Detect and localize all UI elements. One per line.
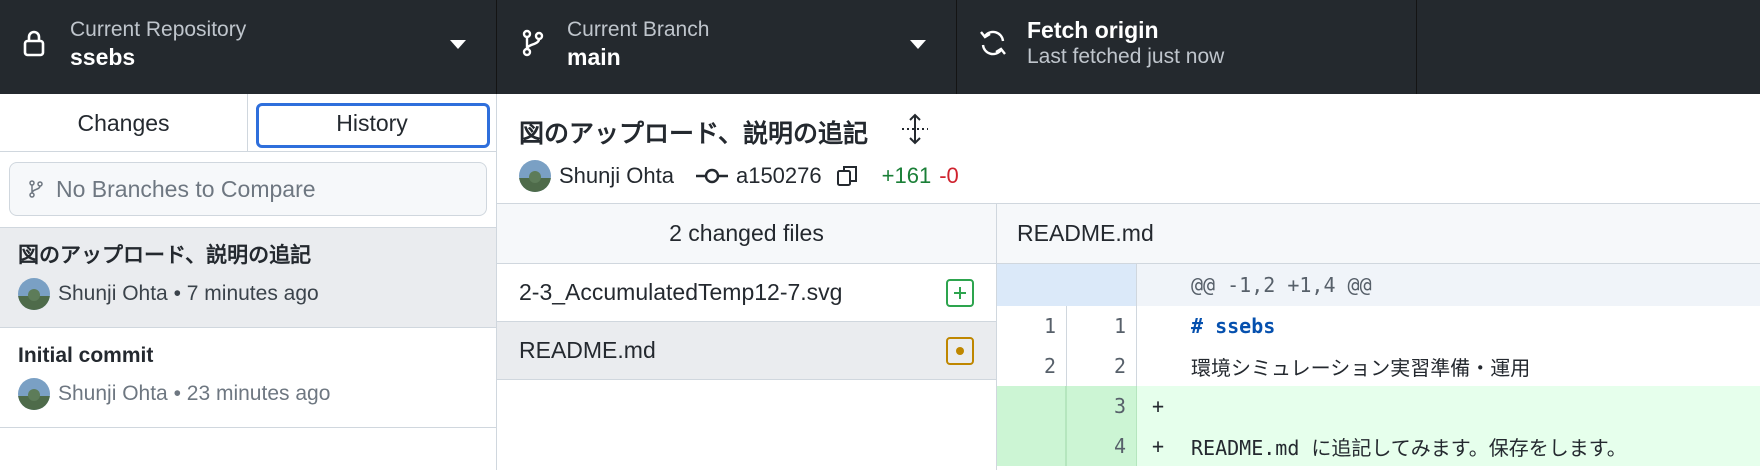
file-modified-icon xyxy=(946,337,974,365)
file-list-item[interactable]: README.md xyxy=(497,322,996,380)
old-line-number xyxy=(997,264,1067,306)
file-added-icon xyxy=(946,279,974,307)
diff-code: 環境シミュレーション実習準備・運用 xyxy=(1191,355,1531,380)
sidebar: Changes History No Branches to Compare 図… xyxy=(0,94,497,470)
fetch-status: Last fetched just now xyxy=(1027,45,1225,68)
meta-separator: • xyxy=(167,282,187,305)
chevron-down-icon xyxy=(450,40,466,49)
file-name: 2-3_AccumulatedTemp12-7.svg xyxy=(519,279,843,305)
current-repository-button[interactable]: Current Repository ssebs xyxy=(0,0,497,94)
commit-list-item[interactable]: Initial commit Shunji Ohta • 23 minutes … xyxy=(0,328,496,428)
commit-title: 図のアップロード、説明の追記 xyxy=(18,244,312,267)
commit-sha: a150276 xyxy=(735,163,822,188)
fetch-label: Fetch origin xyxy=(1027,17,1159,43)
commit-author: Shunji Ohta xyxy=(58,282,168,305)
commit-time: 23 minutes ago xyxy=(186,382,331,405)
new-line-number: 4 xyxy=(1067,426,1137,466)
tab-changes-label: Changes xyxy=(77,109,170,136)
file-name: README.md xyxy=(519,337,656,363)
git-branch-icon xyxy=(522,29,544,57)
new-line-number: 1 xyxy=(1067,306,1137,346)
diff-line-added[interactable]: 4 + README.md に追記してみます。保存をします。 xyxy=(997,426,1760,466)
commit-summary-title: 図のアップロード、説明の追記 xyxy=(519,120,869,148)
additions-count: +161 xyxy=(881,163,932,188)
chevron-down-icon xyxy=(910,40,926,49)
hunk-text: @@ -1,2 +1,4 @@ xyxy=(1191,273,1372,297)
diff-sign: + xyxy=(1151,394,1165,418)
changed-files-header: 2 changed files xyxy=(497,204,996,264)
avatar xyxy=(18,278,50,310)
commit-summary: 図のアップロード、説明の追記 Shunji Ohta a150276 +161 … xyxy=(497,94,1760,204)
branch-compare-placeholder: No Branches to Compare xyxy=(56,175,316,202)
repository-label: Current Repository xyxy=(70,18,247,41)
diff-hunk-header: @@ -1,2 +1,4 @@ xyxy=(997,264,1760,306)
diff-code: # ssebs xyxy=(1191,314,1276,338)
diff-line[interactable]: 2 2 環境シミュレーション実習準備・運用 xyxy=(997,346,1760,386)
old-line-number xyxy=(997,426,1067,466)
deletions-count: -0 xyxy=(939,163,959,188)
sync-icon xyxy=(980,30,1006,56)
new-line-number: 2 xyxy=(1067,346,1137,386)
tab-history-label: History xyxy=(336,109,408,136)
branch-name: main xyxy=(567,44,621,70)
toolbar: Current Repository ssebs Current Branch … xyxy=(0,0,1760,94)
tab-changes[interactable]: Changes xyxy=(0,94,248,152)
diff-filename: README.md xyxy=(997,204,1760,264)
old-line-number: 2 xyxy=(997,346,1067,386)
fetch-origin-button[interactable]: Fetch origin Last fetched just now xyxy=(957,0,1417,94)
branch-compare-input[interactable]: No Branches to Compare xyxy=(9,162,487,216)
git-branch-icon xyxy=(29,180,43,198)
current-branch-button[interactable]: Current Branch main xyxy=(497,0,957,94)
commit-author: Shunji Ohta xyxy=(559,163,674,188)
diff-line[interactable]: 1 1 # ssebs xyxy=(997,306,1760,346)
lock-icon xyxy=(23,30,45,57)
new-line-number xyxy=(1067,264,1137,306)
commit-author: Shunji Ohta xyxy=(58,382,168,405)
avatar xyxy=(18,378,50,410)
diff-view: README.md @@ -1,2 +1,4 @@ 1 1 # ssebs 2 … xyxy=(997,204,1760,470)
diff-line-added[interactable]: 3 + xyxy=(997,386,1760,426)
old-line-number xyxy=(997,386,1067,426)
changed-files-list: 2 changed files 2-3_AccumulatedTemp12-7.… xyxy=(497,204,997,470)
commit-title: Initial commit xyxy=(18,344,154,367)
meta-separator: • xyxy=(167,382,187,405)
new-line-number: 3 xyxy=(1067,386,1137,426)
avatar xyxy=(519,160,551,192)
file-list-item[interactable]: 2-3_AccumulatedTemp12-7.svg xyxy=(497,264,996,322)
commit-time: 7 minutes ago xyxy=(186,282,319,305)
sidebar-tabs: Changes History xyxy=(0,94,496,152)
old-line-number: 1 xyxy=(997,306,1067,346)
branch-label: Current Branch xyxy=(567,18,710,41)
repository-name: ssebs xyxy=(70,44,136,70)
expand-icon[interactable] xyxy=(899,112,931,146)
diff-code: README.md に追記してみます。保存をします。 xyxy=(1191,435,1627,460)
commit-list-item[interactable]: 図のアップロード、説明の追記 Shunji Ohta • 7 minutes a… xyxy=(0,228,496,328)
git-commit-icon xyxy=(695,168,728,184)
tab-history[interactable]: History xyxy=(248,94,496,152)
copy-icon[interactable] xyxy=(836,164,858,188)
diff-sign: + xyxy=(1151,434,1165,458)
